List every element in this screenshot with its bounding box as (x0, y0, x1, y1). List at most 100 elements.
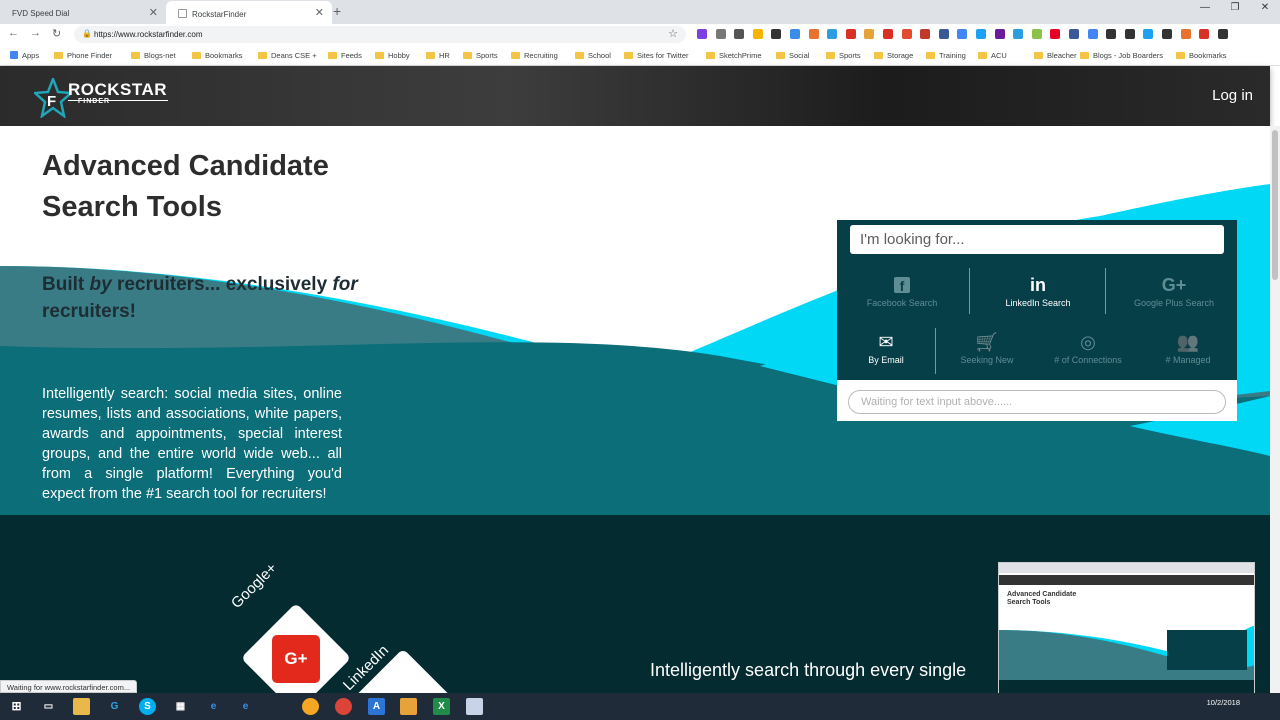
app-icon[interactable] (302, 698, 319, 715)
excel-icon[interactable]: X (433, 698, 450, 715)
extension-icon[interactable] (697, 29, 707, 39)
extension-icon[interactable] (1106, 29, 1117, 39)
back-icon[interactable]: ← (8, 27, 19, 39)
extension-icon[interactable] (734, 29, 745, 39)
extension-icon[interactable] (938, 29, 949, 39)
address-bar[interactable]: 🔒 https://www.rockstarfinder.com ☆ (74, 26, 686, 43)
google-plus-search-option[interactable]: G+ Google Plus Search (1113, 275, 1235, 308)
rockstarfinder-logo[interactable]: F ROCKSTAR FINDER (34, 76, 174, 120)
internet-explorer-icon[interactable]: e (237, 698, 254, 715)
seeking-new-option[interactable]: 🛒 Seeking New (941, 332, 1033, 365)
option-label: LinkedIn Search (1005, 298, 1071, 308)
bookmark-item[interactable]: Storage (874, 51, 913, 60)
extension-icon[interactable] (715, 29, 726, 39)
extension-icon[interactable] (827, 29, 838, 39)
bookmark-item[interactable]: School (575, 51, 611, 60)
outlook-icon[interactable] (400, 698, 417, 715)
close-icon[interactable]: ✕ (149, 6, 158, 19)
site-header: F ROCKSTAR FINDER Log in (0, 66, 1270, 126)
app-icon[interactable]: A (368, 698, 385, 715)
bookmark-item[interactable]: Bleacher (1034, 51, 1077, 60)
new-tab-button[interactable]: + (333, 3, 341, 19)
page-scrollbar[interactable] (1270, 126, 1280, 693)
extension-icon[interactable] (790, 29, 800, 39)
close-window-button[interactable]: ✕ (1250, 2, 1280, 13)
task-view-icon[interactable]: ▭ (40, 698, 57, 715)
extension-icon[interactable] (920, 29, 931, 39)
file-explorer-icon[interactable] (73, 698, 90, 715)
forward-icon[interactable]: → (30, 27, 41, 39)
bookmark-item[interactable]: Recruiting (511, 51, 558, 60)
extension-icon[interactable] (1069, 29, 1079, 39)
extension-icon[interactable] (883, 29, 893, 39)
bookmark-item[interactable]: Blogs-net (131, 51, 176, 60)
extension-icon[interactable] (901, 29, 912, 39)
bookmark-item[interactable]: Apps (10, 51, 39, 60)
extension-icon[interactable] (976, 29, 986, 39)
reload-icon[interactable]: ↻ (52, 27, 61, 40)
bookmark-item[interactable]: Phone Finder (54, 51, 112, 60)
bookmark-item[interactable]: Bookmarks (1176, 51, 1227, 60)
tab-fvd-speed-dial[interactable]: FVD Speed Dial ✕ (0, 1, 166, 24)
extension-icon[interactable] (1050, 29, 1061, 39)
extension-icon[interactable] (1013, 29, 1024, 39)
extension-icon[interactable] (1162, 29, 1172, 39)
taskbar-clock[interactable]: 10/2/2018 (1207, 698, 1240, 707)
option-label: By Email (868, 355, 904, 365)
windows-start-icon[interactable]: ⊞ (8, 698, 25, 715)
extension-icon[interactable] (752, 29, 763, 39)
extension-icon[interactable] (1143, 29, 1154, 39)
tab-rockstarfinder[interactable]: RockstarFinder ✕ (166, 1, 332, 24)
scrollbar-thumb[interactable] (1272, 130, 1278, 280)
extension-icon[interactable] (994, 29, 1005, 39)
extension-icon[interactable] (957, 29, 968, 39)
bookmark-item[interactable]: Bookmarks (192, 51, 243, 60)
bookmark-item[interactable]: Sports (826, 51, 861, 60)
bookmark-label: School (588, 51, 611, 60)
bookmark-item[interactable]: SketchPrime (706, 51, 762, 60)
skype-icon[interactable]: S (139, 698, 156, 715)
status-field[interactable] (848, 390, 1226, 414)
bookmark-label: Training (939, 51, 966, 60)
facebook-search-option[interactable]: f Facebook Search (842, 275, 962, 308)
chrome-icon[interactable] (335, 698, 352, 715)
extension-icon[interactable] (808, 29, 819, 39)
edge-icon[interactable]: e (205, 698, 222, 715)
extension-icon[interactable] (1199, 29, 1210, 39)
bookmark-item[interactable]: Blogs - Job Boarders (1080, 51, 1163, 60)
bookmark-item[interactable]: Deans CSE + (258, 51, 317, 60)
extension-icon[interactable] (1217, 29, 1228, 39)
extension-icon[interactable] (1031, 29, 1042, 39)
extension-icon[interactable] (771, 29, 782, 39)
bookmark-star-icon[interactable]: ☆ (668, 27, 678, 40)
bookmark-item[interactable]: Social (776, 51, 809, 60)
bookmark-item[interactable]: HR (426, 51, 450, 60)
app-icon[interactable]: G (106, 698, 123, 715)
extension-icon[interactable] (1124, 29, 1135, 39)
restore-button[interactable]: ❐ (1220, 2, 1250, 13)
calendar-icon[interactable]: ▦ (172, 698, 189, 715)
bookmark-item[interactable]: Hobby (375, 51, 410, 60)
close-icon[interactable]: ✕ (315, 6, 324, 19)
linkedin-search-option[interactable]: in LinkedIn Search (977, 275, 1099, 308)
bookmark-item[interactable]: Sites for Twitter (624, 51, 689, 60)
search-input[interactable] (850, 225, 1224, 254)
extension-icon[interactable] (864, 29, 875, 39)
minimize-button[interactable]: — (1190, 2, 1220, 13)
by-email-option[interactable]: ✉ By Email (841, 332, 931, 365)
managed-option[interactable]: 👥 # Managed (1141, 332, 1235, 365)
svg-text:F: F (47, 93, 56, 110)
app-icon[interactable] (466, 698, 483, 715)
bookmarks-bar: Apps Phone Finder Blogs-net Bookmarks Deans … (0, 45, 1280, 66)
folder-icon (1080, 52, 1089, 59)
option-label: Google Plus Search (1133, 298, 1215, 308)
extension-icon[interactable] (1087, 29, 1098, 39)
bookmark-item[interactable]: ACU (978, 51, 1007, 60)
bookmark-item[interactable]: Feeds (328, 51, 362, 60)
extension-icon[interactable] (1180, 29, 1191, 39)
bookmark-item[interactable]: Training (926, 51, 966, 60)
extension-icon[interactable] (845, 29, 856, 39)
connections-option[interactable]: ◎ # of Connections (1037, 332, 1139, 365)
login-link[interactable]: Log in (1212, 87, 1253, 104)
bookmark-item[interactable]: Sports (463, 51, 498, 60)
